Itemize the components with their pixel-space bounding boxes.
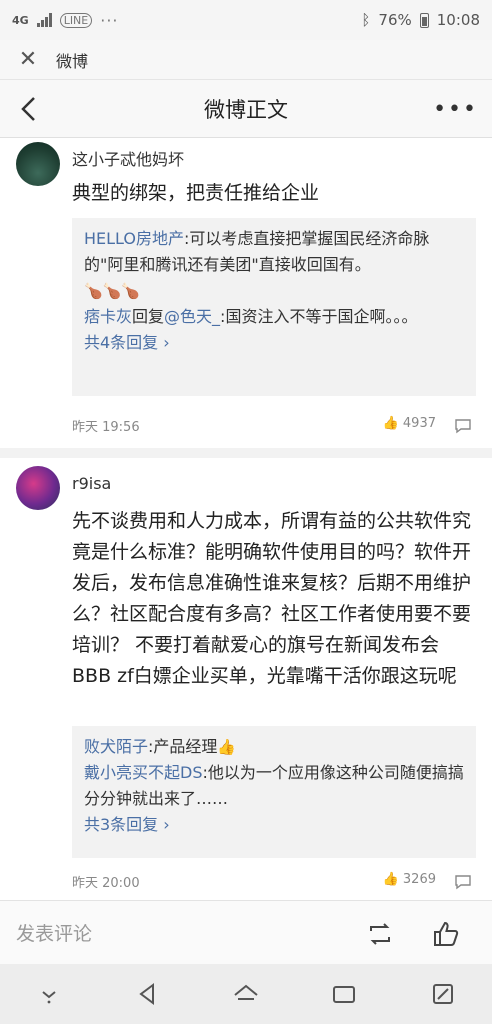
line-app-icon: LINE — [59, 12, 93, 28]
comment-item: r9isa 先不谈费用和人力成本，所谓有益的公共软件究竟是什么标准？能明确软件使… — [0, 458, 492, 898]
browser-title: 微博 — [56, 51, 89, 71]
comment-icon[interactable] — [454, 874, 472, 890]
repost-icon[interactable] — [366, 920, 394, 948]
system-navigation-bar — [0, 964, 492, 1024]
comment-feed[interactable]: 这小子忒他妈坏 典型的绑架，把责任推给企业 HELLO房地产:可以考虑直接把掌握… — [0, 138, 492, 900]
comment-icon[interactable] — [454, 418, 472, 434]
reply-line: HELLO房地产:可以考虑直接把掌握国民经济命脉的"阿里和腾讯还有美团"直接收回… — [84, 226, 464, 278]
comment-item: 这小子忒他妈坏 典型的绑架，把责任推给企业 HELLO房地产:可以考虑直接把掌握… — [0, 138, 492, 448]
comment-text: 典型的绑架，把责任推给企业 — [72, 182, 320, 204]
reply-mention[interactable]: @色天_ — [164, 307, 220, 326]
bluetooth-icon: ᛒ — [361, 11, 371, 29]
home-icon[interactable] — [231, 979, 261, 1009]
reply-box[interactable]: HELLO房地产:可以考虑直接把掌握国民经济命脉的"阿里和腾讯还有美团"直接收回… — [72, 218, 476, 396]
browser-bar: ✕ 微博 — [0, 40, 492, 80]
weibo-detail-page: 4G LINE ··· ᛒ 76% 10:08 ✕ 微博 微博正文 ••• 这小… — [0, 0, 492, 1024]
divider — [0, 448, 492, 458]
network-type: 4G — [12, 13, 29, 27]
reply-author[interactable]: HELLO房地产 — [84, 229, 184, 248]
comment-username[interactable]: r9isa — [72, 474, 111, 493]
like-button[interactable]: 👍 3269 — [383, 872, 436, 887]
back-icon[interactable] — [133, 979, 163, 1009]
avatar[interactable] — [16, 466, 60, 510]
reply-emoji: 🍗🍗🍗 — [84, 282, 141, 300]
reply-prefix: 回复 — [132, 307, 165, 326]
reply-line: 戴小亮买不起DS:他以为一个应用像这种公司随便搞搞分分钟就出来了…… — [84, 760, 464, 812]
avatar[interactable] — [16, 142, 60, 186]
reply-emoji: 👍 — [217, 738, 237, 756]
reply-author[interactable]: 痞卡灰 — [84, 307, 132, 326]
page-title: 微博正文 — [204, 97, 288, 122]
comment-input[interactable]: 发表评论 — [16, 919, 92, 946]
reply-text: :国资注入不等于国企啊。。。 — [220, 307, 418, 326]
recent-apps-icon[interactable] — [329, 979, 359, 1009]
status-bar: 4G LINE ··· ᛒ 76% 10:08 — [0, 0, 492, 40]
more-replies-link[interactable]: 共3条回复 › — [84, 812, 464, 838]
like-button[interactable]: 👍 4937 — [383, 416, 436, 431]
comment-text: 先不谈费用和人力成本，所谓有益的公共软件究竟是什么标准？能明确软件使用目的吗？软… — [72, 510, 472, 687]
reply-text: :产品经理 — [148, 737, 218, 756]
expand-icon[interactable] — [428, 979, 458, 1009]
battery-percent: 76% — [378, 11, 412, 29]
more-options-icon[interactable]: ••• — [433, 97, 478, 122]
reply-author[interactable]: 败犬陌子 — [84, 737, 148, 756]
like-count: 4937 — [402, 416, 436, 431]
reply-line: 败犬陌子:产品经理👍 — [84, 734, 464, 760]
more-replies-link[interactable]: 共4条回复 › — [84, 330, 464, 356]
close-icon[interactable]: ✕ — [0, 47, 56, 72]
more-replies-label: 共4条回复 — [84, 333, 159, 352]
nav-bar: 微博正文 ••• — [0, 80, 492, 138]
collapse-icon[interactable] — [34, 979, 64, 1009]
comment-username[interactable]: 这小子忒他妈坏 — [72, 146, 184, 170]
comment-time: 昨天 20:00 — [72, 876, 140, 891]
signal-icon — [36, 13, 52, 27]
back-arrow-icon[interactable] — [14, 92, 46, 126]
thumbs-up-icon: 👍 — [382, 872, 399, 887]
comment-time: 昨天 19:56 — [72, 420, 140, 435]
like-icon[interactable] — [432, 920, 460, 948]
reply-author[interactable]: 戴小亮买不起DS — [84, 763, 202, 782]
comment-input-bar: 发表评论 — [0, 900, 492, 964]
thumbs-up-icon: 👍 — [382, 416, 399, 431]
reply-box[interactable]: 败犬陌子:产品经理👍 戴小亮买不起DS:他以为一个应用像这种公司随便搞搞分分钟就… — [72, 726, 476, 858]
reply-line: 痞卡灰回复@色天_:国资注入不等于国企啊。。。 — [84, 304, 464, 330]
more-replies-label: 共3条回复 — [84, 815, 159, 834]
more-notifications-icon: ··· — [100, 10, 119, 30]
clock: 10:08 — [436, 11, 480, 29]
like-count: 3269 — [402, 872, 436, 887]
battery-icon — [419, 12, 429, 28]
